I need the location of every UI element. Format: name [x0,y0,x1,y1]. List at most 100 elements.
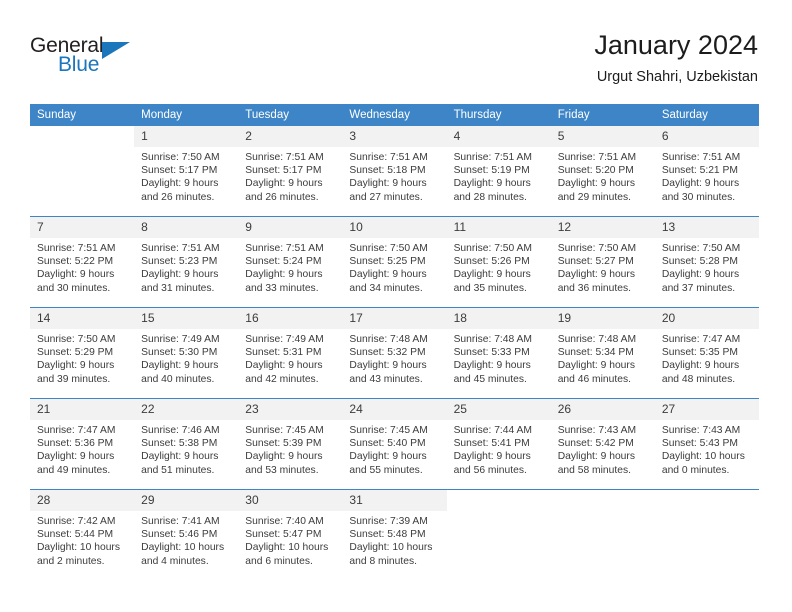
day-number: 19 [550,308,655,329]
daylight-text-line1: Daylight: 9 hours [557,451,635,463]
calendar-day-cell[interactable]: 24 Sunrise: 7:45 AM Sunset: 5:40 PM Dayligh… [342,398,447,490]
daylight-text-line1: Daylight: 10 hours [661,451,745,463]
day-details: Sunrise: 7:48 AM Sunset: 5:34 PM Daylight:… [551,329,655,386]
sunrise-text: Sunrise: 7:48 AM [453,334,532,345]
daylight-text-line1: Daylight: 9 hours [141,269,219,281]
calendar-day-cell[interactable]: 31 Sunrise: 7:39 AM Sunset: 5:48 PM Dayligh… [342,489,447,580]
calendar-day-cell[interactable]: 12 Sunrise: 7:50 AM Sunset: 5:27 PM Dayligh… [550,216,655,308]
calendar-day-cell[interactable]: 22 Sunrise: 7:46 AM Sunset: 5:38 PM Dayligh… [134,398,239,490]
sunrise-text: Sunrise: 7:39 AM [349,516,428,527]
sunrise-text: Sunrise: 7:51 AM [37,243,116,254]
daylight-text-line2: and 37 minutes. [661,282,736,294]
calendar-page: General Blue January 2024 Urgut Shahri, … [0,0,792,612]
sunset-text: Sunset: 5:35 PM [661,347,738,359]
daylight-text-line2: and 30 minutes. [661,191,736,203]
sunrise-text: Sunrise: 7:51 AM [349,152,428,163]
calendar-day-cell[interactable]: 16 Sunrise: 7:49 AM Sunset: 5:31 PM Dayligh… [238,307,343,399]
sunset-text: Sunset: 5:29 PM [37,347,114,359]
calendar-day-cell[interactable]: 21 Sunrise: 7:47 AM Sunset: 5:36 PM Dayligh… [30,398,135,490]
calendar-day-cell[interactable]: 26 Sunrise: 7:43 AM Sunset: 5:42 PM Dayligh… [550,398,655,490]
day-number: 9 [238,217,343,238]
calendar-day-cell[interactable]: 25 Sunrise: 7:44 AM Sunset: 5:41 PM Dayligh… [446,398,551,490]
calendar-day-cell[interactable]: 27 Sunrise: 7:43 AM Sunset: 5:43 PM Dayligh… [654,398,759,490]
general-blue-logo[interactable]: General Blue [30,34,150,84]
calendar-table: Sunday Monday Tuesday Wednesday Thursday… [30,104,759,580]
calendar-day-cell[interactable]: 3 Sunrise: 7:51 AM Sunset: 5:18 PM Daylight… [342,126,447,217]
calendar-day-cell[interactable]: 18 Sunrise: 7:48 AM Sunset: 5:33 PM Dayligh… [446,307,551,399]
weekday-header-saturday: Saturday [654,104,759,126]
calendar-day-cell[interactable]: 29 Sunrise: 7:41 AM Sunset: 5:46 PM Dayligh… [134,489,239,580]
calendar-day-cell[interactable]: 7 Sunrise: 7:51 AM Sunset: 5:22 PM Daylight… [30,216,135,308]
sunrise-text: Sunrise: 7:50 AM [141,152,220,163]
sunrise-text: Sunrise: 7:51 AM [245,152,324,163]
sunset-text: Sunset: 5:21 PM [661,165,738,177]
daylight-text-line2: and 8 minutes. [349,555,417,567]
day-number: 21 [30,399,135,420]
daylight-text-line1: Daylight: 9 hours [453,360,531,372]
calendar-day-cell[interactable]: 14 Sunrise: 7:50 AM Sunset: 5:29 PM Dayligh… [30,307,135,399]
day-details: Sunrise: 7:42 AM Sunset: 5:44 PM Daylight:… [30,511,134,568]
daylight-text-line1: Daylight: 10 hours [37,542,120,554]
daylight-text-line2: and 28 minutes. [453,191,527,203]
sunrise-text: Sunrise: 7:49 AM [141,334,220,345]
daylight-text-line1: Daylight: 9 hours [349,269,427,281]
daylight-text-line1: Daylight: 9 hours [557,360,635,372]
calendar-day-cell[interactable]: 13 Sunrise: 7:50 AM Sunset: 5:28 PM Dayligh… [654,216,759,308]
daylight-text-line2: and 0 minutes. [661,464,730,476]
sunrise-text: Sunrise: 7:43 AM [661,425,741,436]
day-details: Sunrise: 7:40 AM Sunset: 5:47 PM Daylight:… [238,511,342,568]
day-details: Sunrise: 7:45 AM Sunset: 5:40 PM Daylight:… [342,420,446,477]
calendar-day-cell[interactable]: 19 Sunrise: 7:48 AM Sunset: 5:34 PM Dayligh… [550,307,655,399]
sunset-text: Sunset: 5:43 PM [661,438,738,450]
day-number: 7 [30,217,135,238]
calendar-day-cell[interactable]: 10 Sunrise: 7:50 AM Sunset: 5:25 PM Dayligh… [342,216,447,308]
sunset-text: Sunset: 5:28 PM [661,256,738,268]
sunset-text: Sunset: 5:17 PM [245,165,322,177]
day-details: Sunrise: 7:50 AM Sunset: 5:29 PM Daylight:… [30,329,134,386]
calendar-day-cell[interactable]: 15 Sunrise: 7:49 AM Sunset: 5:30 PM Dayligh… [134,307,239,399]
calendar-day-cell[interactable]: 20 Sunrise: 7:47 AM Sunset: 5:35 PM Dayligh… [654,307,759,399]
sunset-text: Sunset: 5:41 PM [453,438,530,450]
daylight-text-line2: and 56 minutes. [453,464,527,476]
weekday-header-tuesday: Tuesday [238,104,343,126]
day-details: Sunrise: 7:49 AM Sunset: 5:30 PM Daylight:… [134,329,238,386]
calendar-body: 1 Sunrise: 7:50 AM Sunset: 5:17 PM Daylight… [30,126,759,580]
calendar-day-cell[interactable]: 6 Sunrise: 7:51 AM Sunset: 5:21 PM Daylight… [654,126,759,217]
day-details: Sunrise: 7:51 AM Sunset: 5:17 PM Daylight:… [238,147,342,204]
calendar-day-cell[interactable]: 9 Sunrise: 7:51 AM Sunset: 5:24 PM Daylight… [238,216,343,308]
daylight-text-line1: Daylight: 9 hours [141,178,219,190]
day-details: Sunrise: 7:45 AM Sunset: 5:39 PM Daylight:… [238,420,342,477]
day-details: Sunrise: 7:50 AM Sunset: 5:27 PM Daylight:… [551,238,655,295]
calendar-day-cell[interactable]: 30 Sunrise: 7:40 AM Sunset: 5:47 PM Dayligh… [238,489,343,580]
day-details: Sunrise: 7:41 AM Sunset: 5:46 PM Daylight:… [134,511,238,568]
title-block: January 2024 Urgut Shahri, Uzbekistan [594,28,758,87]
calendar-day-cell[interactable]: 2 Sunrise: 7:51 AM Sunset: 5:17 PM Daylight… [238,126,343,217]
daylight-text-line1: Daylight: 9 hours [349,178,427,190]
day-details: Sunrise: 7:51 AM Sunset: 5:19 PM Daylight:… [447,147,551,204]
sunrise-text: Sunrise: 7:43 AM [557,425,637,436]
sunrise-text: Sunrise: 7:44 AM [453,425,532,436]
daylight-text-line1: Daylight: 9 hours [245,360,323,372]
sunset-text: Sunset: 5:20 PM [557,165,634,177]
calendar-day-cell[interactable]: 28 Sunrise: 7:42 AM Sunset: 5:44 PM Dayligh… [30,489,135,580]
sunrise-text: Sunrise: 7:50 AM [453,243,532,254]
calendar-day-cell[interactable]: 11 Sunrise: 7:50 AM Sunset: 5:26 PM Dayligh… [446,216,551,308]
day-details: Sunrise: 7:47 AM Sunset: 5:36 PM Daylight:… [30,420,134,477]
sunrise-text: Sunrise: 7:51 AM [141,243,220,254]
daylight-text-line2: and 27 minutes. [349,191,423,203]
daylight-text-line1: Daylight: 9 hours [37,360,115,372]
day-details: Sunrise: 7:50 AM Sunset: 5:17 PM Daylight:… [134,147,238,204]
calendar-day-cell[interactable]: 17 Sunrise: 7:48 AM Sunset: 5:32 PM Dayligh… [342,307,447,399]
calendar-day-cell[interactable]: 23 Sunrise: 7:45 AM Sunset: 5:39 PM Dayligh… [238,398,343,490]
sunset-text: Sunset: 5:22 PM [37,256,114,268]
calendar-day-cell[interactable]: 5 Sunrise: 7:51 AM Sunset: 5:20 PM Daylight… [550,126,655,217]
calendar-day-cell[interactable]: 1 Sunrise: 7:50 AM Sunset: 5:17 PM Daylight… [134,126,239,217]
calendar-day-cell[interactable]: 4 Sunrise: 7:51 AM Sunset: 5:19 PM Daylight… [446,126,551,217]
daylight-text-line2: and 29 minutes. [557,191,631,203]
calendar-day-cell[interactable]: 8 Sunrise: 7:51 AM Sunset: 5:23 PM Daylight… [134,216,239,308]
day-number: 26 [550,399,655,420]
daylight-text-line2: and 30 minutes. [37,282,111,294]
day-number: 30 [238,490,343,511]
sunrise-text: Sunrise: 7:46 AM [141,425,220,436]
daylight-text-line2: and 4 minutes. [141,555,209,567]
